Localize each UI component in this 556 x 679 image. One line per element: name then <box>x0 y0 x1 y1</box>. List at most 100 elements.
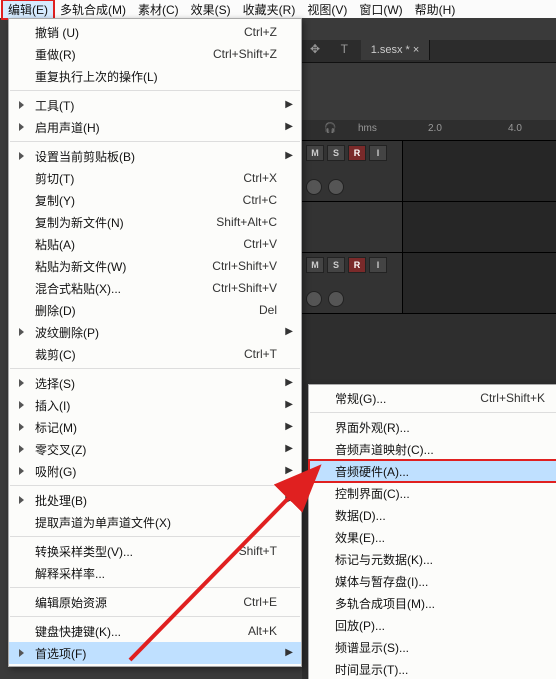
pref-menu-item[interactable]: 效果(E)... <box>309 526 556 548</box>
edit-menu-item[interactable]: 键盘快捷键(K)...Alt+K <box>9 620 301 642</box>
edit-menu-dropdown: 撤销 (U)Ctrl+Z重做(R)Ctrl+Shift+Z 重复执行上次的操作(L… <box>8 18 302 667</box>
edit-menu-item[interactable]: 粘贴为新文件(W)Ctrl+Shift+V <box>9 255 301 277</box>
menu-separator <box>10 616 300 617</box>
pref-menu-item[interactable]: 音频声道映射(C)... <box>309 438 556 460</box>
solo-button[interactable]: S <box>327 257 345 273</box>
pref-menu-item[interactable]: 界面外观(R)... <box>309 416 556 438</box>
menu-item-label: 粘贴(A) <box>35 236 219 253</box>
volume-knob[interactable] <box>306 291 322 307</box>
edit-menu-item[interactable]: 批处理(B)▶ <box>9 489 301 511</box>
mute-button[interactable]: M <box>306 257 324 273</box>
menu-multitrack[interactable]: 多轨合成(M) <box>54 0 132 19</box>
menu-separator <box>10 536 300 537</box>
menu-item-label: 音频声道映射(C)... <box>335 441 545 458</box>
edit-menu-item[interactable]: 混合式粘贴(X)...Ctrl+Shift+V <box>9 277 301 299</box>
edit-menu-item[interactable]: 复制为新文件(N)Shift+Alt+C <box>9 211 301 233</box>
solo-button[interactable]: S <box>327 145 345 161</box>
pref-menu-item[interactable]: 回放(P)... <box>309 614 556 636</box>
time-ruler[interactable]: hms 2.0 4.0 🎧 <box>302 120 556 141</box>
menu-item-shortcut: Ctrl+Shift+V <box>212 259 277 273</box>
edit-menu-item[interactable]: 编辑原始资源Ctrl+E <box>9 591 301 613</box>
menu-item-shortcut: Shift+Alt+C <box>216 215 277 229</box>
menu-separator <box>10 141 300 142</box>
pref-menu-item[interactable]: 频谱显示(S)... <box>309 636 556 658</box>
menu-item-shortcut: Shift+T <box>239 544 277 558</box>
mute-button[interactable]: M <box>306 145 324 161</box>
menu-item-shortcut: Ctrl+X <box>243 171 277 185</box>
track-content[interactable] <box>402 141 556 201</box>
submenu-indicator-icon <box>19 649 24 657</box>
menu-item-label: 插入(I) <box>35 397 277 414</box>
submenu-indicator-icon <box>19 379 24 387</box>
menu-item-label: 回放(P)... <box>335 617 545 634</box>
menu-item-label: 设置当前剪贴板(B) <box>35 148 277 165</box>
menu-item-shortcut: Ctrl+Shift+K <box>480 391 545 405</box>
volume-knob[interactable] <box>306 179 322 195</box>
menu-favorites[interactable]: 收藏夹(R) <box>237 0 302 19</box>
edit-menu-item[interactable]: 选择(S) ▶ <box>9 372 301 394</box>
move-tool-icon[interactable]: ✥ <box>306 42 324 60</box>
edit-menu-item[interactable]: 重做(R)Ctrl+Shift+Z <box>9 43 301 65</box>
ruler-unit: hms <box>358 123 377 134</box>
track-content[interactable] <box>402 202 556 252</box>
menu-clip[interactable]: 素材(C) <box>132 0 185 19</box>
menu-help[interactable]: 帮助(H) <box>409 0 462 19</box>
menu-item-shortcut: Del <box>259 303 277 317</box>
edit-menu-item[interactable]: 转换采样类型(V)...Shift+T <box>9 540 301 562</box>
edit-menu-item[interactable]: 剪切(T)Ctrl+X <box>9 167 301 189</box>
edit-menu-item[interactable]: 插入(I)▶ <box>9 394 301 416</box>
edit-menu-item[interactable]: 重复执行上次的操作(L) <box>9 65 301 87</box>
edit-menu-item[interactable]: 零交叉(Z)▶ <box>9 438 301 460</box>
pref-menu-item[interactable]: 音频硬件(A)... <box>309 460 556 482</box>
edit-menu-item[interactable]: 波纹删除(P)▶ <box>9 321 301 343</box>
menu-separator <box>310 412 556 413</box>
menu-item-label: 媒体与暂存盘(I)... <box>335 573 545 590</box>
chevron-right-icon: ▶ <box>285 443 293 454</box>
edit-menu-item[interactable]: 标记(M)▶ <box>9 416 301 438</box>
text-tool-icon[interactable]: T <box>335 42 353 60</box>
pref-menu-item[interactable]: 时间显示(T)... <box>309 658 556 679</box>
pan-knob[interactable] <box>328 179 344 195</box>
pref-menu-item[interactable]: 标记与元数据(K)... <box>309 548 556 570</box>
input-monitor-button[interactable]: I <box>369 145 387 161</box>
pref-menu-item[interactable]: 媒体与暂存盘(I)... <box>309 570 556 592</box>
edit-menu-item[interactable]: 提取声道为单声道文件(X) <box>9 511 301 533</box>
menu-item-label: 选择(S) <box>35 375 277 392</box>
edit-menu-item[interactable]: 启用声道(H)▶ <box>9 116 301 138</box>
edit-menu-item[interactable]: 首选项(F)▶ <box>9 642 301 664</box>
track-content[interactable] <box>402 253 556 313</box>
edit-menu-item[interactable]: 裁剪(C)Ctrl+T <box>9 343 301 365</box>
menu-item-label: 波纹删除(P) <box>35 324 277 341</box>
pref-menu-item[interactable]: 常规(G)...Ctrl+Shift+K <box>309 387 556 409</box>
pref-menu-item[interactable]: 控制界面(C)... <box>309 482 556 504</box>
input-monitor-button[interactable]: I <box>369 257 387 273</box>
pref-menu-item[interactable]: 多轨合成项目(M)... <box>309 592 556 614</box>
menu-edit[interactable]: 编辑(E) <box>2 0 54 19</box>
menubar: 编辑(E) 多轨合成(M) 素材(C) 效果(S) 收藏夹(R) 视图(V) 窗… <box>0 0 556 18</box>
edit-menu-item[interactable]: 复制(Y)Ctrl+C <box>9 189 301 211</box>
submenu-indicator-icon <box>19 101 24 109</box>
headphones-icon[interactable]: 🎧 <box>324 123 336 134</box>
edit-menu-item[interactable]: 粘贴(A)Ctrl+V <box>9 233 301 255</box>
session-tab[interactable]: 1.sesx * × <box>361 40 431 60</box>
pan-knob[interactable] <box>328 291 344 307</box>
submenu-indicator-icon <box>19 445 24 453</box>
menu-item-label: 重复执行上次的操作(L) <box>35 68 277 85</box>
close-icon[interactable]: × <box>413 44 419 56</box>
menu-view[interactable]: 视图(V) <box>301 0 353 19</box>
ruler-tick: 4.0 <box>508 123 522 134</box>
chevron-right-icon: ▶ <box>285 377 293 388</box>
menu-effects[interactable]: 效果(S) <box>185 0 237 19</box>
record-arm-button[interactable]: R <box>348 257 366 273</box>
record-arm-button[interactable]: R <box>348 145 366 161</box>
menu-item-label: 删除(D) <box>35 302 235 319</box>
edit-menu-item[interactable]: 设置当前剪贴板(B)▶ <box>9 145 301 167</box>
edit-menu-item[interactable]: 撤销 (U)Ctrl+Z <box>9 21 301 43</box>
edit-menu-item[interactable]: 工具(T)▶ <box>9 94 301 116</box>
edit-menu-item[interactable]: 吸附(G)▶ <box>9 460 301 482</box>
menu-window[interactable]: 窗口(W) <box>353 0 408 19</box>
edit-menu-item[interactable]: 解释采样率... <box>9 562 301 584</box>
menu-item-label: 重做(R) <box>35 46 189 63</box>
edit-menu-item[interactable]: 删除(D) Del <box>9 299 301 321</box>
pref-menu-item[interactable]: 数据(D)... <box>309 504 556 526</box>
